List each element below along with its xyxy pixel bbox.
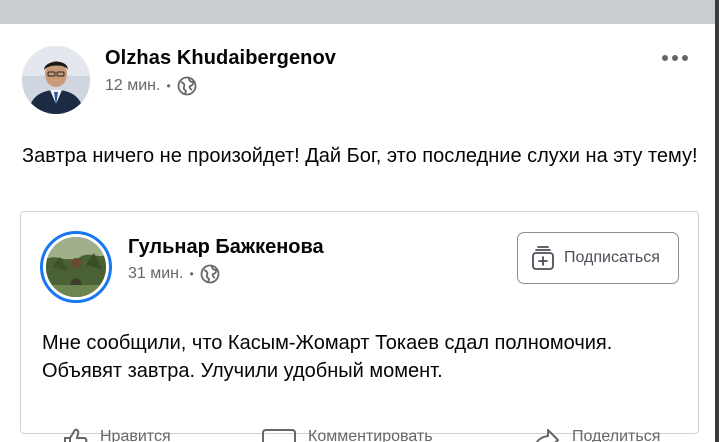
shared-post-meta: 31 мин. • (128, 264, 220, 284)
shared-author-avatar[interactable] (40, 231, 112, 303)
meta-separator: • (166, 79, 171, 93)
subscribe-button[interactable]: Подписаться (517, 232, 679, 284)
follow-add-icon (532, 246, 554, 270)
comment-icon (262, 429, 296, 442)
author-avatar[interactable] (22, 46, 90, 114)
shared-post-card[interactable]: Гульнар Бажкенова 31 мин. • Подписаться … (20, 211, 699, 434)
feed-post: Olzhas Khudaibergenov 12 мин. • Завтра н… (0, 24, 715, 442)
author-name[interactable]: Olzhas Khudaibergenov (105, 47, 336, 70)
more-options-button[interactable] (655, 48, 695, 68)
post-time[interactable]: 12 мин. (105, 77, 160, 95)
share-arrow-icon (535, 429, 559, 442)
like-label: Нравится (100, 428, 171, 442)
thumbs-up-icon (64, 428, 88, 442)
post-action-bar: Нравится Комментировать Поделиться (0, 424, 715, 442)
post-meta: 12 мин. • (105, 76, 197, 96)
meta-separator: • (189, 267, 194, 281)
comment-button[interactable]: Комментировать (262, 428, 433, 442)
share-button[interactable]: Поделиться (532, 428, 660, 442)
share-label: Поделиться (572, 428, 661, 442)
like-button[interactable]: Нравится (62, 428, 171, 442)
shared-avatar-image (46, 237, 106, 297)
shared-post-time[interactable]: 31 мин. (128, 265, 183, 283)
subscribe-label: Подписаться (564, 249, 660, 266)
comment-label: Комментировать (308, 428, 433, 442)
post-text: Завтра ничего не произойдет! Дай Бог, эт… (22, 145, 698, 167)
globe-icon (200, 264, 220, 284)
top-status-bar (0, 0, 719, 24)
author-avatar-image (22, 46, 90, 114)
shared-post-text: Мне сообщили, что Касым-Жомарт Токаев сд… (42, 332, 613, 382)
globe-icon (177, 76, 197, 96)
scroll-edge (715, 0, 719, 442)
shared-author-name[interactable]: Гульнар Бажкенова (128, 236, 324, 259)
more-horizontal-icon (662, 55, 668, 61)
